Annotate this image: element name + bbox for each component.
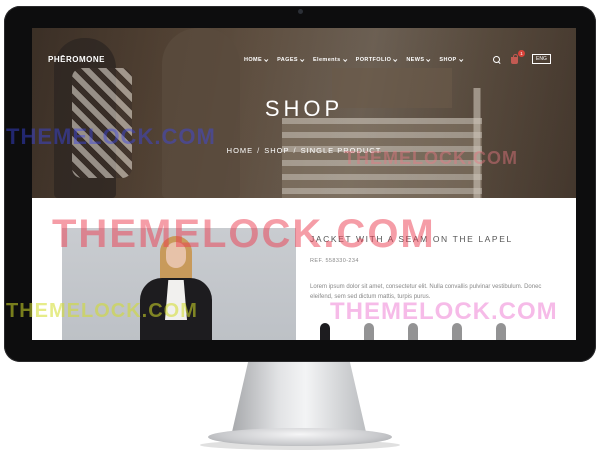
product-section: JACKET WITH A SEAM ON THE LAPEL REF. 558… <box>32 198 576 340</box>
monitor-frame: PHĒROMONE HOME PAGES Elements PORTFOLIO … <box>4 6 596 362</box>
nav-item-label: NEWS <box>406 57 425 63</box>
nav-item-label: HOME <box>244 57 263 63</box>
language-selector[interactable]: ENG <box>532 54 551 64</box>
product-ref: REF. 558330-234 <box>310 258 359 264</box>
site-logo[interactable]: PHĒROMONE <box>48 55 105 64</box>
breadcrumb-home[interactable]: HOME <box>227 146 254 155</box>
nav-item-label: Elements <box>312 57 341 63</box>
model-shirt <box>165 280 187 320</box>
chevron-down-icon <box>426 57 431 62</box>
nav-item-portfolio[interactable]: PORTFOLIO <box>355 57 398 63</box>
breadcrumb-current: SINGLE PRODUCT <box>300 146 382 155</box>
nav-item-news[interactable]: NEWS <box>406 57 431 63</box>
monitor-base <box>208 428 392 446</box>
product-thumbnail[interactable] <box>398 320 428 340</box>
product-thumbnail[interactable] <box>442 320 472 340</box>
page-title: SHOP <box>264 96 344 121</box>
product-description: Lorem ipsum dolor sit amet, consectetur … <box>310 284 542 300</box>
breadcrumb-separator: / <box>293 146 297 155</box>
nav-item-label: PAGES <box>277 57 298 63</box>
hero-photo-pattern <box>72 68 132 178</box>
chevron-down-icon <box>458 57 463 62</box>
chevron-down-icon <box>342 57 347 62</box>
product-main-image[interactable] <box>62 228 296 340</box>
nav-item-elements[interactable]: Elements <box>312 57 347 63</box>
search-icon[interactable] <box>493 56 501 64</box>
breadcrumb-shop[interactable]: SHOP <box>264 146 289 155</box>
nav-item-home[interactable]: HOME <box>244 57 269 63</box>
nav-item-pages[interactable]: PAGES <box>277 57 305 63</box>
model-face <box>166 242 186 268</box>
monitor-stand <box>232 362 366 432</box>
breadcrumb-separator: / <box>257 146 261 155</box>
nav-item-label: SHOP <box>439 57 457 63</box>
hero-banner: PHĒROMONE HOME PAGES Elements PORTFOLIO … <box>32 28 576 198</box>
camera-dot <box>298 9 303 14</box>
product-thumbnails <box>310 320 516 340</box>
product-thumbnail[interactable] <box>354 320 384 340</box>
product-thumbnail[interactable] <box>310 320 340 340</box>
chevron-down-icon <box>393 57 398 62</box>
chevron-down-icon <box>264 57 269 62</box>
product-thumbnail[interactable] <box>486 320 516 340</box>
cart-count-badge: 1 <box>518 50 525 57</box>
nav-item-label: PORTFOLIO <box>355 57 392 63</box>
main-nav: HOME PAGES Elements PORTFOLIO NEWS SHOP <box>244 57 463 63</box>
chevron-down-icon <box>300 57 305 62</box>
nav-item-shop[interactable]: SHOP <box>439 57 463 63</box>
product-title: JACKET WITH A SEAM ON THE LAPEL <box>310 234 513 244</box>
screen: PHĒROMONE HOME PAGES Elements PORTFOLIO … <box>32 28 576 340</box>
breadcrumb: HOME / SHOP / SINGLE PRODUCT <box>32 146 576 155</box>
